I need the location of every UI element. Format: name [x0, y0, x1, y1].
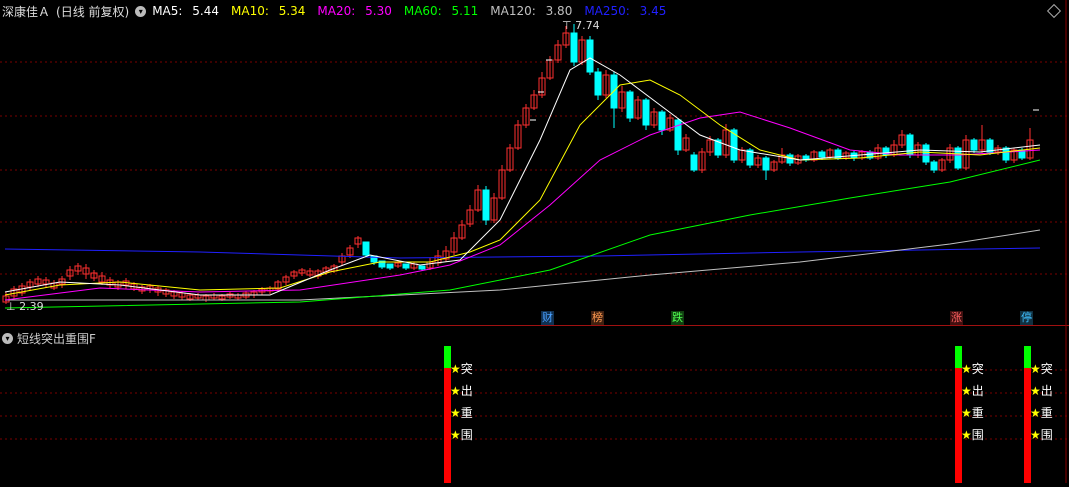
- candle-body: [658, 111, 666, 131]
- candle-body: [362, 241, 370, 256]
- signal-char: 突: [460, 362, 473, 376]
- candle-body: [922, 144, 930, 163]
- ma250-line: [4, 247, 1041, 259]
- candles: [2, 24, 1034, 304]
- star-icon: ★: [961, 362, 972, 376]
- chart-header: 深康佳Ａ (日线 前复权) ▾ MA5: 5.44 MA10: 5.34 MA2…: [2, 2, 678, 20]
- signal-char: 重: [460, 406, 473, 420]
- signal-star-label: ★突: [961, 360, 984, 377]
- signal-char: 出: [460, 384, 473, 398]
- signal-char: 出: [1040, 384, 1053, 398]
- candle-body: [762, 157, 770, 171]
- event-marker-finance[interactable]: 财: [541, 311, 554, 325]
- stock-name: 深康佳Ａ: [2, 4, 51, 19]
- signal-char: 重: [1040, 406, 1053, 420]
- signal-star-label: ★出: [1030, 382, 1053, 399]
- candle-body: [642, 99, 650, 126]
- signal-star-label: ★出: [961, 382, 984, 399]
- candle-body: [690, 154, 698, 171]
- event-marker-fall[interactable]: 跌: [671, 311, 684, 325]
- signal-star-label: ★突: [1030, 360, 1053, 377]
- signal-star-label: ★围: [450, 426, 473, 443]
- signal-char: 围: [971, 428, 984, 442]
- signal-star-label: ★围: [961, 426, 984, 443]
- ma5-line: [4, 57, 1041, 296]
- candle-body: [594, 71, 602, 96]
- candle-body: [818, 151, 826, 158]
- candle-body: [418, 265, 426, 270]
- event-marker-limit[interactable]: 停: [1020, 311, 1033, 325]
- star-icon: ★: [450, 362, 461, 376]
- ma20-line: [4, 111, 1041, 301]
- candlestick-chart-panel[interactable]: 深康佳Ａ (日线 前复权) ▾ MA5: 5.44 MA10: 5.34 MA2…: [0, 0, 1069, 325]
- candle-body: [1002, 147, 1010, 161]
- event-marker-rise[interactable]: 涨: [950, 311, 963, 325]
- indicator-panel[interactable]: ▾ 短线突出重围F ★突 ★出 ★重 ★围 ★突 ★出 ★重 ★围 ★突 ★出 ★重 ★围: [0, 325, 1069, 483]
- candle-body: [482, 189, 490, 221]
- ma120-line: [5, 229, 1041, 301]
- indicator-chart: [0, 325, 1069, 483]
- period-label: (日线 前复权): [56, 4, 130, 19]
- star-icon: ★: [961, 384, 972, 398]
- signal-char: 围: [460, 428, 473, 442]
- dropdown-icon[interactable]: ▾: [135, 5, 147, 17]
- signal-star-label: ★突: [450, 360, 473, 377]
- signal-char: 出: [971, 384, 984, 398]
- signal-char: 突: [971, 362, 984, 376]
- star-icon: ★: [961, 406, 972, 420]
- signal-char: 围: [1040, 428, 1053, 442]
- star-icon: ★: [450, 428, 461, 442]
- ma20-label: MA20: 5.30: [317, 4, 392, 18]
- candle-body: [906, 134, 914, 156]
- star-icon: ★: [1030, 406, 1041, 420]
- signal-star-label: ★围: [1030, 426, 1053, 443]
- ma120-label: MA120: 3.80: [490, 4, 573, 18]
- candle-body: [386, 263, 394, 269]
- signal-star-label: ★重: [961, 404, 984, 421]
- indicator-dropdown-icon[interactable]: ▾: [2, 333, 13, 344]
- star-icon: ★: [961, 428, 972, 442]
- event-marker-list[interactable]: 榜: [591, 311, 604, 325]
- high-price-label: ⊤ 7.74: [562, 19, 600, 32]
- indicator-header: ▾ 短线突出重围F: [2, 330, 96, 347]
- signal-char: 重: [971, 406, 984, 420]
- price-chart[interactable]: [0, 0, 1069, 325]
- candle-body: [970, 139, 978, 151]
- ma10-label: MA10: 5.34: [231, 4, 306, 18]
- indicator-name: 短线突出重围F: [17, 332, 96, 346]
- ma60-label: MA60: 5.11: [403, 4, 479, 18]
- candle-body: [626, 91, 634, 119]
- candle-body: [402, 263, 410, 269]
- signal-star-label: ★重: [1030, 404, 1053, 421]
- star-icon: ★: [1030, 362, 1041, 376]
- star-icon: ★: [1030, 428, 1041, 442]
- star-icon: ★: [450, 384, 461, 398]
- ma250-label: MA250: 3.45: [584, 4, 667, 18]
- low-price-label: ⊥ 2.39: [6, 300, 44, 313]
- signal-char: 突: [1040, 362, 1053, 376]
- candle-body: [930, 161, 938, 171]
- star-icon: ★: [450, 406, 461, 420]
- candle-body: [570, 32, 578, 63]
- ma5-label: MA5: 5.44: [152, 4, 219, 18]
- signal-star-label: ★重: [450, 404, 473, 421]
- candle-body: [586, 39, 594, 73]
- signal-star-label: ★出: [450, 382, 473, 399]
- star-icon: ★: [1030, 384, 1041, 398]
